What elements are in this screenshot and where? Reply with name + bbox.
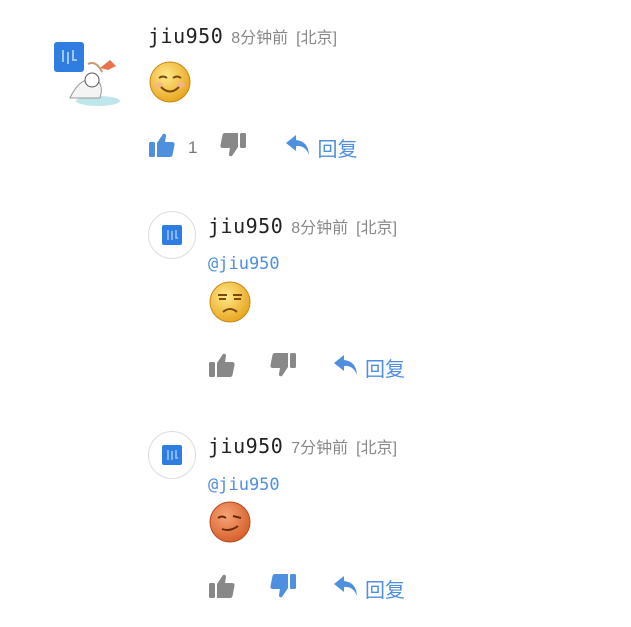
comment: jiu950 7分钟前 [北京] (208, 434, 397, 458)
comment-actions: 回复 (208, 573, 405, 604)
comment-header: jiu950 7分钟前 [北京] (208, 434, 397, 458)
username[interactable]: jiu950 (208, 434, 283, 458)
mention-link[interactable]: @jiu950 (208, 254, 280, 274)
comment-location: [北京] (296, 30, 338, 47)
mention-link[interactable]: @jiu950 (208, 475, 280, 495)
reply-arrow-icon (285, 133, 311, 162)
like-button[interactable] (208, 352, 236, 383)
comment-location: [北京] (356, 440, 398, 457)
comment-time: 8分钟前 (231, 30, 289, 47)
thumbs-up-icon (148, 132, 176, 163)
smile-emoji (148, 60, 192, 104)
comment-time: 7分钟前 (291, 440, 349, 457)
like-count: 1 (188, 137, 198, 157)
reply-label: 回复 (365, 359, 405, 381)
username[interactable]: jiu950 (208, 214, 283, 238)
reply-arrow-icon (333, 574, 359, 603)
reply-arrow-icon (333, 353, 359, 382)
comment-header: jiu950 8分钟前 [北京] (208, 214, 397, 238)
comment-time: 8分钟前 (291, 220, 349, 237)
comment-header: jiu950 8分钟前 [北京] (148, 24, 337, 48)
thumbs-down-icon (269, 573, 297, 604)
comment-actions: 1 回复 (148, 132, 357, 163)
unhappy-emoji (208, 280, 252, 324)
comment-actions: 回复 (208, 352, 405, 383)
reply-button[interactable]: 回复 (285, 133, 357, 162)
reply-label: 回复 (317, 139, 358, 161)
avatar[interactable] (148, 211, 196, 259)
avatar[interactable] (148, 431, 196, 479)
avatar[interactable] (52, 38, 124, 110)
reply-button[interactable]: 回复 (333, 574, 405, 603)
comment: jiu950 8分钟前 [北京] (148, 24, 337, 48)
like-button[interactable] (208, 573, 236, 604)
thumbs-down-icon (269, 352, 297, 383)
dislike-button[interactable] (269, 573, 297, 604)
reply-label: 回复 (365, 580, 405, 602)
username[interactable]: jiu950 (148, 24, 223, 48)
dislike-button[interactable] (219, 132, 247, 163)
thumbs-up-icon (208, 573, 236, 604)
comment-location: [北京] (356, 220, 398, 237)
reply-button[interactable]: 回复 (333, 353, 405, 382)
comment: jiu950 8分钟前 [北京] (208, 214, 397, 238)
dislike-button[interactable] (269, 352, 297, 383)
thumbs-down-icon (219, 132, 247, 163)
like-button[interactable]: 1 (148, 132, 197, 163)
smirk-emoji (208, 500, 252, 544)
thumbs-up-icon (208, 352, 236, 383)
